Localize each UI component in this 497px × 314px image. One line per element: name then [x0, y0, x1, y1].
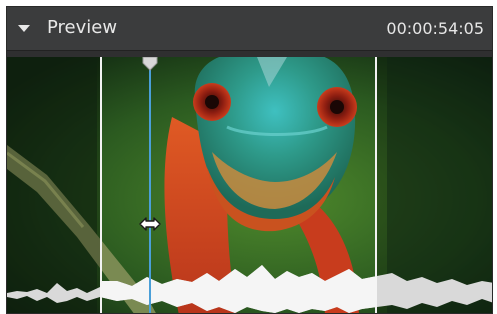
timecode-display: 00:00:54:05: [386, 19, 484, 38]
audio-waveform: [7, 265, 492, 313]
collapse-toggle-icon[interactable]: [15, 19, 33, 37]
playhead-line[interactable]: [149, 57, 151, 313]
panel-title: Preview: [47, 17, 118, 38]
preview-header: Preview 00:00:54:05: [7, 7, 492, 51]
playhead-knob[interactable]: [141, 57, 159, 71]
horizontal-resize-icon[interactable]: [138, 212, 162, 236]
video-preview[interactable]: [7, 57, 492, 313]
preview-panel: Preview 00:00:54:05: [6, 6, 493, 314]
